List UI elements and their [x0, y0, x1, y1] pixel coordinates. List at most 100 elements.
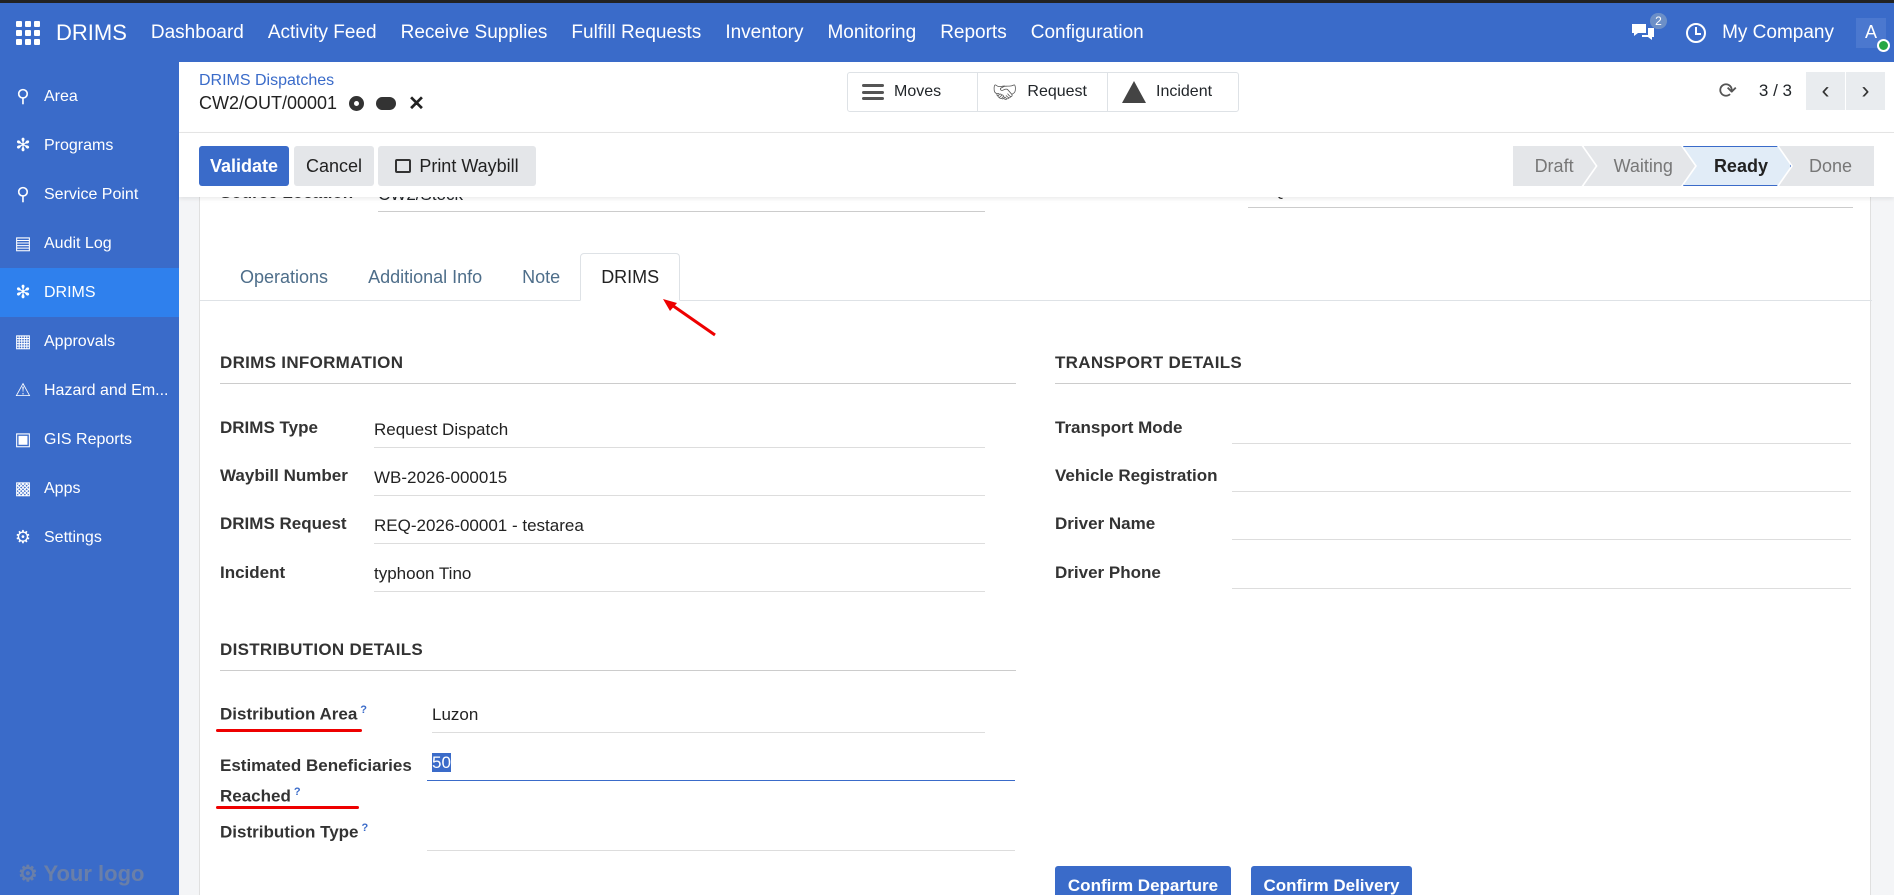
hazard-icon: ⚠: [14, 380, 32, 400]
sidebar-item-settings[interactable]: ⚙ Settings: [0, 513, 179, 562]
company-switcher[interactable]: My Company: [1722, 22, 1834, 44]
menu-inventory[interactable]: Inventory: [713, 22, 815, 44]
vehicle-registration-field[interactable]: [1232, 458, 1851, 492]
request-label: Request: [1027, 83, 1087, 100]
sidebar-item-drims[interactable]: ✻ DRIMS: [0, 268, 179, 317]
stage-draft[interactable]: Draft: [1513, 146, 1596, 186]
chat-count-badge: 2: [1650, 12, 1667, 29]
menu-receive-supplies[interactable]: Receive Supplies: [389, 22, 560, 44]
discard-icon[interactable]: ✕: [408, 94, 425, 114]
stage-ready[interactable]: Ready: [1683, 146, 1791, 186]
moves-button[interactable]: Moves: [848, 73, 978, 111]
driver-name-field[interactable]: [1232, 506, 1851, 540]
pager-value[interactable]: 3 / 3: [1759, 81, 1792, 101]
moves-label: Moves: [894, 83, 942, 100]
notebook-tabs: Operations Additional Info Note DRIMS: [200, 253, 1872, 301]
area-icon: ⚲: [16, 86, 30, 106]
menu-activity-feed[interactable]: Activity Feed: [256, 22, 389, 44]
beneficiaries-value: 50: [432, 753, 451, 772]
menu-reports[interactable]: Reports: [928, 22, 1019, 44]
apps-icon: ▩: [14, 478, 32, 498]
menu-configuration[interactable]: Configuration: [1019, 22, 1156, 44]
annotation-arrow-icon: [663, 299, 716, 337]
brand-name[interactable]: DRIMS: [56, 20, 127, 46]
sidebar-item-audit-log[interactable]: ▤ Audit Log: [0, 219, 179, 268]
incident-field[interactable]: typhoon Tino: [374, 558, 985, 592]
tab-operations[interactable]: Operations: [220, 253, 348, 301]
distribution-type-label: Distribution Type?: [220, 822, 368, 843]
gis-reports-icon: ▣: [14, 429, 32, 449]
menu-monitoring[interactable]: Monitoring: [815, 22, 928, 44]
drims-request-field[interactable]: REQ-2026-00001 - testarea: [374, 510, 985, 544]
systray: 2 My Company A: [1630, 3, 1894, 62]
cancel-button[interactable]: Cancel: [294, 146, 374, 186]
save-cloud-icon[interactable]: [376, 97, 397, 110]
pager-next-button[interactable]: ›: [1846, 72, 1886, 110]
activity-clock-icon[interactable]: [1686, 22, 1707, 43]
gear-icon[interactable]: [349, 96, 365, 111]
beneficiaries-text-line1: Estimated Beneficiaries: [220, 756, 412, 775]
breadcrumb-parent[interactable]: DRIMS Dispatches: [199, 72, 334, 90]
distribution-type-text: Distribution Type: [220, 822, 359, 842]
app-grid-icon[interactable]: [16, 20, 40, 45]
distribution-area-field[interactable]: Luzon: [432, 699, 985, 733]
sidebar-item-label: Approvals: [44, 332, 116, 350]
avatar-letter: A: [1864, 22, 1877, 42]
print-waybill-button[interactable]: Print Waybill: [378, 146, 536, 186]
help-tooltip-icon[interactable]: ?: [360, 704, 367, 716]
control-panel: DRIMS Dispatches CW2/OUT/00001 ✕ Moves 🤝…: [179, 62, 1894, 133]
driver-name-label: Driver Name: [1055, 514, 1156, 533]
request-button[interactable]: 🤝︎ Request: [978, 73, 1108, 111]
stage-pipeline: Draft Waiting Ready Done: [1513, 146, 1874, 186]
sidebar-item-label: Apps: [44, 479, 81, 497]
incident-label: Incident: [220, 563, 286, 582]
stage-done[interactable]: Done: [1778, 146, 1874, 186]
validate-button[interactable]: Validate: [199, 146, 289, 186]
programs-icon: ✻: [15, 135, 31, 155]
help-tooltip-icon[interactable]: ?: [362, 822, 369, 834]
pager-previous-button[interactable]: ‹: [1806, 72, 1846, 110]
sidebar-item-label: Settings: [44, 528, 102, 546]
waybill-number-field[interactable]: WB-2026-000015: [374, 462, 985, 496]
sidebar-item-approvals[interactable]: ▦ Approvals: [0, 317, 179, 366]
menu-dashboard[interactable]: Dashboard: [139, 22, 256, 44]
sidebar-item-label: Programs: [44, 136, 114, 154]
sidebar-item-programs[interactable]: ✻ Programs: [0, 121, 179, 170]
distribution-type-field[interactable]: [427, 817, 1015, 851]
printer-icon: [395, 159, 412, 173]
sidebar-item-service-point[interactable]: ⚲ Service Point: [0, 170, 179, 219]
pager: ⟳ 3 / 3 ‹ ›: [1718, 72, 1886, 110]
incident-button[interactable]: Incident: [1108, 73, 1238, 111]
sidebar-item-label: GIS Reports: [44, 430, 133, 448]
confirm-departure-button[interactable]: Confirm Departure: [1055, 866, 1231, 895]
transport-mode-field[interactable]: [1232, 410, 1851, 444]
handshake-icon: 🤝︎: [992, 81, 1018, 104]
sidebar: ⚲ Area ✻ Programs ⚲ Service Point ▤ Audi…: [0, 62, 179, 895]
sidebar-item-hazard[interactable]: ⚠ Hazard and Em...: [0, 366, 179, 415]
sidebar-item-label: Hazard and Em...: [44, 381, 169, 399]
menu-fulfill-requests[interactable]: Fulfill Requests: [559, 22, 713, 44]
sidebar-item-apps[interactable]: ▩ Apps: [0, 464, 179, 513]
chat-icon[interactable]: 2: [1630, 12, 1667, 45]
main-menu: Dashboard Activity Feed Receive Supplies…: [139, 22, 1156, 44]
tab-note[interactable]: Note: [502, 253, 580, 301]
sidebar-item-gis-reports[interactable]: ▣ GIS Reports: [0, 415, 179, 464]
stage-waiting[interactable]: Waiting: [1584, 146, 1695, 186]
drims-type-field[interactable]: Request Dispatch: [374, 414, 985, 448]
help-tooltip-icon[interactable]: ?: [294, 786, 301, 798]
tab-drims[interactable]: DRIMS: [580, 253, 681, 301]
warning-icon: [1122, 81, 1146, 103]
distribution-details-title: DISTRIBUTION DETAILS: [220, 640, 1016, 671]
tab-additional-info[interactable]: Additional Info: [348, 253, 502, 301]
refresh-icon[interactable]: ⟳: [1718, 78, 1736, 104]
record-name: CW2/OUT/00001: [199, 93, 338, 113]
beneficiaries-field[interactable]: 50: [427, 747, 1015, 781]
sidebar-item-label: Area: [44, 87, 78, 105]
user-avatar[interactable]: A: [1856, 17, 1890, 52]
sidebar-item-area[interactable]: ⚲ Area: [0, 72, 179, 121]
list-icon: [862, 84, 884, 100]
drims-request-label: DRIMS Request: [220, 514, 347, 533]
drims-type-label: DRIMS Type: [220, 418, 318, 437]
driver-phone-field[interactable]: [1232, 555, 1851, 589]
confirm-delivery-button[interactable]: Confirm Delivery: [1251, 866, 1412, 895]
